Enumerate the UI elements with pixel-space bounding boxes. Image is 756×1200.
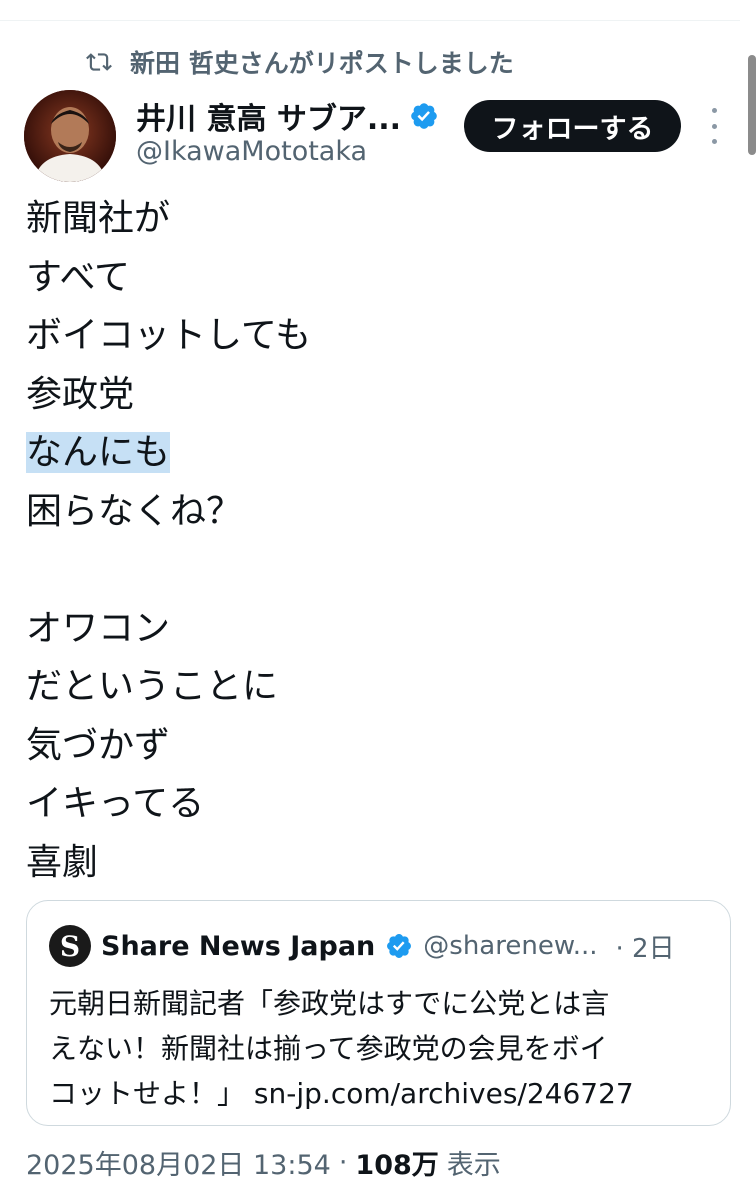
tweet-line: イキってる: [26, 783, 205, 824]
quote-text-line: コットせよ！」 sn-jp.com/archives/246727: [49, 1071, 709, 1116]
verified-badge-icon: [385, 932, 413, 960]
tweet-line: すべて: [26, 256, 131, 298]
tweet-line: だということに: [26, 666, 279, 707]
quote-text-line: えない！新聞社は揃って参政党の会見をボイ: [49, 1032, 608, 1065]
meta-separator: ·: [338, 1146, 348, 1178]
more-vertical-icon[interactable]: [707, 108, 721, 144]
tweet-detail-page: 新田 哲史さんがリポストしました 井川 意高 サブア... @IkawaMoto…: [0, 0, 756, 1200]
quote-text: 元朝日新聞記者「参政党はすでに公党とは言 えない！新聞社は揃って参政党の会見をボ…: [49, 981, 709, 1116]
quote-text-line: 元朝日新聞記者「参政党はすでに公党とは言: [49, 987, 610, 1020]
tweet-line: ボイコットしても: [26, 315, 312, 356]
repost-indicator[interactable]: 新田 哲史さんがリポストしました: [86, 42, 514, 82]
quote-avatar[interactable]: S: [49, 925, 91, 967]
repost-icon: [86, 49, 112, 75]
quote-author-name[interactable]: Share News Japan: [101, 931, 375, 962]
tweet-line: 気づかず: [26, 724, 171, 766]
tweet-line: 困らなくね？: [26, 490, 243, 532]
quote-timestamp[interactable]: · 2日: [616, 928, 675, 965]
tweet-meta: 2025年08月02日 13:54 · 108万 表示: [26, 1140, 501, 1184]
tweet-text: 新聞社が すべて ボイコットしても 参政党 なんにも 困らなくね？ オワコン だ…: [26, 190, 726, 892]
quote-link[interactable]: sn-jp.com/archives/246727: [254, 1077, 634, 1110]
follow-button[interactable]: フォローする: [464, 100, 681, 152]
quote-author-handle[interactable]: @sharenew...: [423, 931, 597, 961]
author-name-row[interactable]: 井川 意高 サブア...: [136, 94, 439, 138]
repost-text: 新田 哲史さんがリポストしました: [130, 49, 514, 78]
tweet-line-highlighted: なんにも: [26, 424, 726, 483]
tweet-line: 新聞社が: [26, 198, 171, 239]
quote-tweet-card[interactable]: S Share News Japan @sharenew... · 2日 元朝日…: [26, 900, 731, 1126]
author-handle[interactable]: @IkawaMototaka: [136, 136, 367, 167]
scrollbar[interactable]: [748, 55, 756, 155]
tweet-line: 喜劇: [26, 841, 99, 883]
tweet-line: オワコン: [26, 607, 171, 649]
quote-header: S Share News Japan @sharenew... · 2日: [49, 925, 708, 967]
view-count-label: 表示: [446, 1149, 501, 1181]
text-selection-highlight[interactable]: なんにも: [26, 432, 171, 473]
view-count: 108万: [355, 1149, 439, 1181]
author-avatar[interactable]: [24, 90, 116, 182]
tweet-timestamp[interactable]: 2025年08月02日 13:54: [26, 1143, 331, 1182]
quote-text-segment: コットせよ！」: [49, 1077, 246, 1110]
top-divider: [0, 20, 740, 21]
verified-badge-icon: [409, 101, 439, 131]
tweet-line: 参政党: [26, 373, 135, 415]
author-display-name[interactable]: 井川 意高 サブア...: [136, 94, 401, 138]
